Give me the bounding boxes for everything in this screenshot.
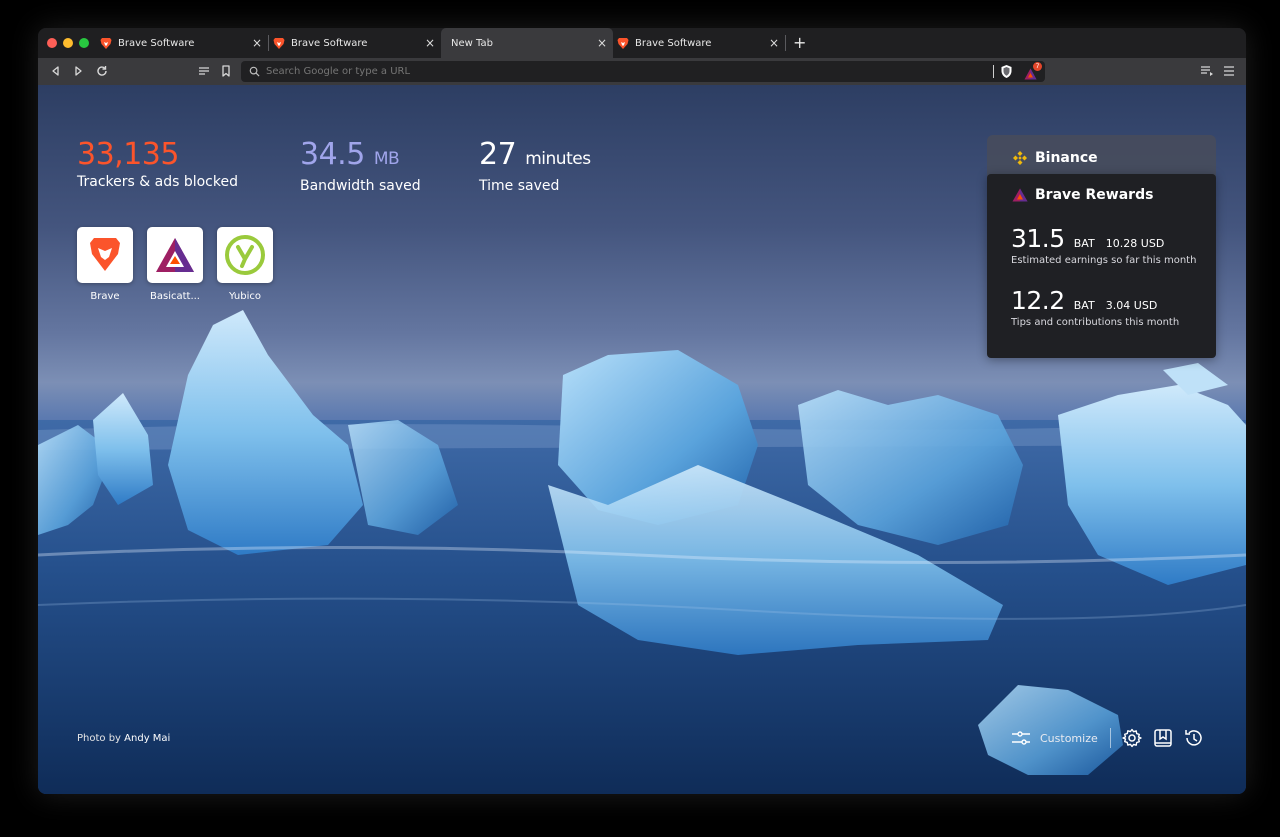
- tips-currency: BAT: [1073, 299, 1095, 312]
- bat-triangle-icon: [1012, 188, 1028, 202]
- close-tab-icon[interactable]: ×: [769, 36, 779, 50]
- earnings-currency: BAT: [1073, 237, 1095, 250]
- top-site-tile[interactable]: [217, 227, 273, 283]
- yubico-y-icon: [225, 235, 265, 275]
- menu-icon[interactable]: [1221, 63, 1237, 79]
- top-site-yubico[interactable]: Yubico: [217, 227, 273, 302]
- search-icon: [249, 66, 260, 77]
- tab-brave-software-1[interactable]: Brave Software ×: [96, 28, 268, 58]
- tips-usd: 3.04 USD: [1105, 299, 1158, 312]
- customize-label: Customize: [1040, 731, 1098, 745]
- rewards-tips: 12.2 BAT 3.04 USD Tips and contributions…: [1011, 286, 1179, 328]
- brave-favicon-icon: [273, 37, 285, 49]
- customize-button[interactable]: Customize: [1010, 730, 1098, 746]
- bookmark-icon[interactable]: [218, 63, 234, 79]
- photographer-link[interactable]: Andy Mai: [124, 733, 170, 744]
- brave-rewards-widget[interactable]: Brave Rewards 31.5 BAT 10.28 USD Estimat…: [987, 174, 1216, 358]
- customize-sliders-icon: [1012, 731, 1030, 745]
- top-site-label: Brave: [90, 291, 120, 302]
- top-site-label: Yubico: [228, 291, 262, 302]
- reload-icon[interactable]: [94, 63, 110, 79]
- tab-title: Brave Software: [118, 37, 195, 49]
- new-tab-page: 33,135 Trackers & ads blocked 34.5 MB Ba…: [38, 85, 1246, 794]
- photo-credit-prefix: Photo by: [77, 733, 121, 744]
- minimize-window-button[interactable]: [63, 38, 73, 48]
- binance-title: Binance: [1035, 150, 1098, 166]
- reader-mode-icon[interactable]: [196, 63, 212, 79]
- window-controls: [38, 38, 96, 48]
- bandwidth-value: 34.5: [300, 137, 365, 172]
- close-tab-icon[interactable]: ×: [252, 36, 262, 50]
- brave-favicon-icon: [100, 37, 112, 49]
- forward-icon[interactable]: [70, 63, 86, 79]
- photo-credit: Photo by Andy Mai: [77, 733, 170, 744]
- controls-divider: [1109, 728, 1111, 748]
- time-label: Time saved: [479, 178, 560, 194]
- url-bar-divider: [993, 65, 994, 78]
- bandwidth-unit: MB: [373, 149, 400, 169]
- rewards-earnings: 31.5 BAT 10.28 USD Estimated earnings so…: [1011, 224, 1196, 266]
- settings-gear-icon[interactable]: [1121, 727, 1143, 749]
- stat-bandwidth: 34.5 MB Bandwidth saved: [300, 137, 421, 194]
- bookmarks-icon[interactable]: [1152, 727, 1174, 749]
- brave-rewards-button[interactable]: 7: [1024, 62, 1042, 80]
- rewards-header: Brave Rewards: [1012, 187, 1153, 203]
- toolbar: 7: [38, 58, 1246, 85]
- top-site-brave[interactable]: Brave: [77, 227, 133, 302]
- bottom-controls: Customize: [1010, 727, 1214, 749]
- tab-strip: Brave Software × Brave Software × New Ta…: [38, 28, 1246, 58]
- time-value: 27: [479, 137, 517, 172]
- close-window-button[interactable]: [47, 38, 57, 48]
- tab-brave-software-3[interactable]: Brave Software ×: [613, 28, 785, 58]
- stat-time: 27 minutes Time saved: [479, 137, 591, 194]
- rewards-title: Brave Rewards: [1035, 187, 1154, 203]
- url-input[interactable]: [266, 66, 966, 77]
- zoom-window-button[interactable]: [79, 38, 89, 48]
- brave-favicon-icon: [617, 37, 629, 49]
- bandwidth-label: Bandwidth saved: [300, 178, 421, 194]
- address-bar[interactable]: 7: [241, 61, 1045, 82]
- new-tab-button[interactable]: +: [793, 33, 806, 52]
- earnings-label: Estimated earnings so far this month: [1011, 255, 1197, 266]
- stat-trackers: 33,135 Trackers & ads blocked: [77, 137, 238, 190]
- rewards-notification-badge: 7: [1033, 62, 1042, 71]
- tab-brave-software-2[interactable]: Brave Software ×: [269, 28, 441, 58]
- back-icon[interactable]: [48, 63, 64, 79]
- tips-label: Tips and contributions this month: [1011, 317, 1180, 328]
- top-site-basicattention[interactable]: Basicatt...: [147, 227, 203, 302]
- close-tab-icon[interactable]: ×: [425, 36, 435, 50]
- bat-triangle-icon: [156, 238, 194, 272]
- tab-divider: [785, 35, 786, 51]
- tab-title: Brave Software: [291, 37, 368, 49]
- close-tab-icon[interactable]: ×: [597, 36, 607, 50]
- top-site-label: Basicatt...: [150, 291, 200, 302]
- history-icon[interactable]: [1183, 727, 1205, 749]
- brave-shields-icon[interactable]: [1000, 64, 1013, 79]
- tab-title: New Tab: [451, 37, 493, 49]
- brave-lion-icon: [90, 238, 120, 271]
- tips-amount: 12.2: [1011, 286, 1065, 315]
- time-unit: minutes: [525, 149, 591, 169]
- trackers-count: 33,135: [77, 137, 179, 172]
- top-site-tile[interactable]: [77, 227, 133, 283]
- trackers-label: Trackers & ads blocked: [77, 174, 238, 190]
- binance-icon: [1013, 151, 1027, 165]
- playlist-icon[interactable]: [1199, 63, 1215, 79]
- top-site-tile[interactable]: [147, 227, 203, 283]
- browser-window: Brave Software × Brave Software × New Ta…: [38, 28, 1246, 794]
- earnings-amount: 31.5: [1011, 224, 1065, 253]
- tab-new-tab[interactable]: New Tab ×: [441, 28, 613, 58]
- earnings-usd: 10.28 USD: [1105, 237, 1165, 250]
- tab-title: Brave Software: [635, 37, 712, 49]
